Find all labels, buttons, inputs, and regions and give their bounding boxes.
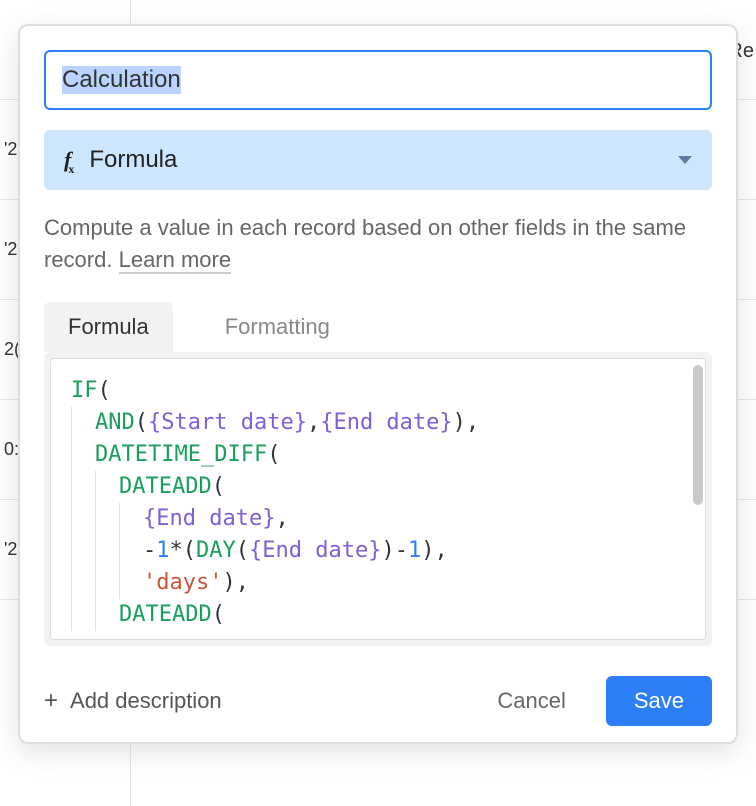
add-description-button[interactable]: + Add description <box>44 687 457 715</box>
plus-icon: + <box>44 687 58 715</box>
formula-editor[interactable]: IF(AND({Start date},{End date}),DATETIME… <box>50 358 706 640</box>
code-line: 'days'), <box>71 567 693 599</box>
learn-more-link[interactable]: Learn more <box>119 247 232 274</box>
code-line: IF( <box>71 375 693 407</box>
field-type-description: Compute a value in each record based on … <box>44 212 712 276</box>
code-line: AND({Start date},{End date}), <box>71 407 693 439</box>
field-type-selector[interactable]: fx Formula <box>44 130 712 190</box>
field-type-label: Formula <box>89 146 662 174</box>
dialog-footer: + Add description Cancel Save <box>44 666 712 726</box>
chevron-down-icon <box>678 156 692 164</box>
save-button[interactable]: Save <box>606 676 712 726</box>
code-line: DATEADD( <box>71 471 693 503</box>
editor-scrollbar[interactable] <box>693 365 703 505</box>
code-line: DATETIME_DIFF( <box>71 439 693 471</box>
tab-formatting[interactable]: Formatting <box>201 302 354 352</box>
code-line: {End date}, <box>71 503 693 535</box>
code-line: DATEADD( <box>71 599 693 631</box>
formula-editor-container: IF(AND({Start date},{End date}),DATETIME… <box>44 352 712 646</box>
add-description-label: Add description <box>70 688 222 714</box>
field-name-input[interactable] <box>44 50 712 110</box>
field-config-dialog: fx Formula Compute a value in each recor… <box>18 24 738 744</box>
code-line: -1*(DAY({End date})-1), <box>71 535 693 567</box>
formula-icon: fx <box>64 147 73 173</box>
cancel-button[interactable]: Cancel <box>473 676 589 726</box>
config-tabs: Formula Formatting <box>44 302 712 352</box>
tab-formula[interactable]: Formula <box>44 302 173 352</box>
